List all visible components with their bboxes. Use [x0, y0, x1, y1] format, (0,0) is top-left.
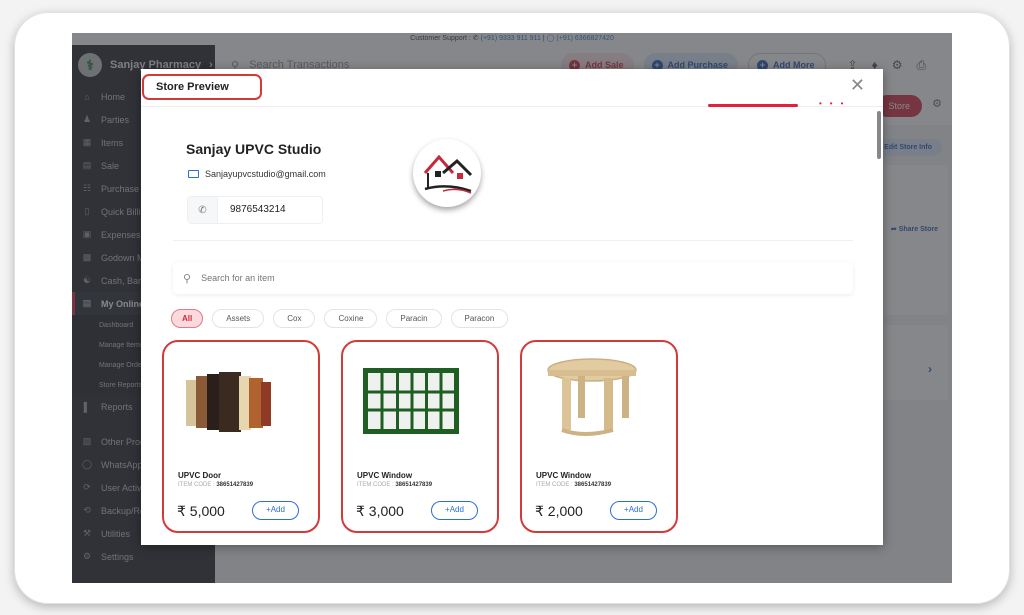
- add-to-cart-button[interactable]: +Add: [610, 501, 657, 520]
- product-code: ITEM CODE : 38651427839: [536, 482, 611, 488]
- category-chip-cox[interactable]: Cox: [273, 309, 316, 328]
- product-card[interactable]: UPVC Window ITEM CODE : 38651427839 ₹ 2,…: [520, 340, 678, 533]
- header-accent-dots: •••: [819, 99, 852, 108]
- product-price: ₹ 5,000: [177, 503, 225, 519]
- product-image-doors: [176, 348, 294, 460]
- category-chip-assets[interactable]: Assets: [212, 309, 265, 328]
- product-name: UPVC Window: [536, 471, 592, 480]
- header-accent-bar: [708, 104, 798, 107]
- divider: [173, 240, 853, 241]
- product-name: UPVC Window: [357, 471, 413, 480]
- close-icon[interactable]: ✕: [850, 76, 865, 94]
- store-email: Sanjayupvcstudio@gmail.com: [188, 169, 326, 179]
- item-search[interactable]: ⚲: [173, 262, 853, 294]
- store-name: Sanjay UPVC Studio: [186, 141, 322, 157]
- product-name: UPVC Door: [178, 471, 222, 480]
- store-preview-modal: Store Preview ✕ ••• Sanjay UPVC Studio S…: [141, 69, 883, 545]
- product-grid: UPVC Door ITEM CODE : 38651427839 ₹ 5,00…: [162, 340, 678, 533]
- mail-icon: [188, 170, 199, 178]
- product-code-value: 38651427839: [574, 482, 612, 488]
- modal-header: Store Preview ✕ •••: [141, 69, 883, 108]
- product-code-label: ITEM CODE :: [178, 482, 215, 488]
- product-card[interactable]: UPVC Door ITEM CODE : 38651427839 ₹ 5,00…: [162, 340, 320, 533]
- category-chip-coxine[interactable]: Coxine: [324, 309, 378, 328]
- modal-title: Store Preview: [142, 74, 262, 100]
- product-code: ITEM CODE : 38651427839: [357, 482, 432, 488]
- product-code-label: ITEM CODE :: [357, 482, 394, 488]
- search-icon: ⚲: [183, 272, 192, 285]
- add-to-cart-button[interactable]: +Add: [431, 501, 478, 520]
- product-code: ITEM CODE : 38651427839: [178, 482, 253, 488]
- category-filters: All Assets Cox Coxine Paracin Paracon: [171, 309, 509, 328]
- product-card[interactable]: UPVC Window ITEM CODE : 38651427839 ₹ 3,…: [341, 340, 499, 533]
- product-code-value: 38651427839: [395, 482, 433, 488]
- product-image-window: [355, 348, 473, 460]
- category-chip-all[interactable]: All: [171, 309, 204, 328]
- product-price: ₹ 3,000: [356, 503, 404, 519]
- store-logo: [413, 139, 481, 207]
- store-phone: ✆ 9876543214: [187, 196, 323, 224]
- product-code-label: ITEM CODE :: [536, 482, 573, 488]
- item-search-input[interactable]: [201, 273, 702, 283]
- house-logo-icon: [423, 154, 473, 194]
- add-to-cart-button[interactable]: +Add: [252, 501, 299, 520]
- product-code-value: 38651427839: [216, 482, 254, 488]
- product-price: ₹ 2,000: [535, 503, 583, 519]
- store-email-text: Sanjayupvcstudio@gmail.com: [205, 169, 326, 179]
- phone-icon: ✆: [188, 197, 218, 223]
- modal-scrollbar[interactable]: [877, 111, 881, 159]
- product-image-table: [534, 348, 652, 460]
- store-phone-number: 9876543214: [230, 204, 286, 215]
- category-chip-paracin[interactable]: Paracin: [386, 309, 442, 328]
- category-chip-paracon[interactable]: Paracon: [450, 309, 509, 328]
